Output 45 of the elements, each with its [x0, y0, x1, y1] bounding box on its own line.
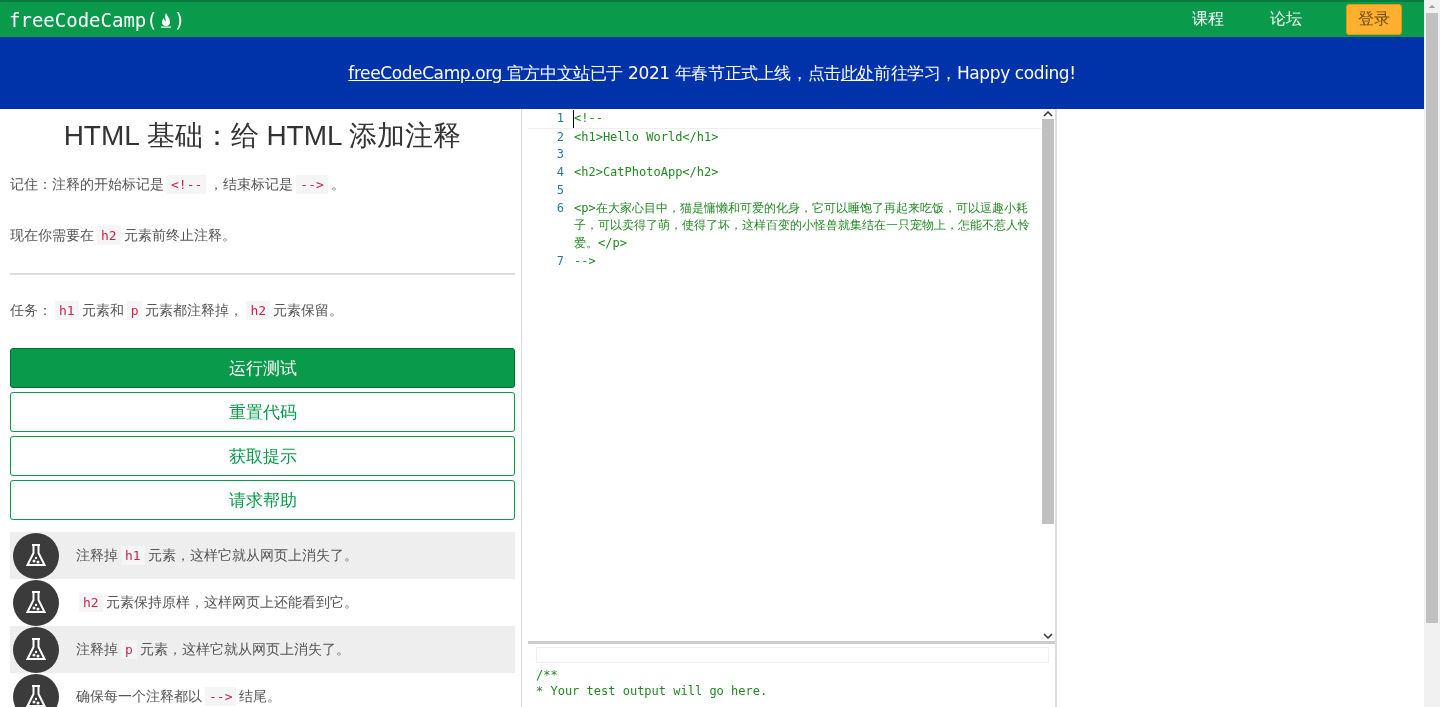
banner-link[interactable]: freeCodeCamp.org 官方中文站 [348, 62, 590, 83]
instruction-text: 记住：注释的开始标记是 <!-- ，结束标记是 --> 。 [10, 174, 346, 196]
line-number: 5 [555, 181, 565, 199]
instruction-text: 现在你需要在 h2 元素前终止注释。 [10, 225, 237, 247]
flask-icon [13, 626, 59, 673]
login-button[interactable]: 登录 [1346, 4, 1402, 35]
nav-link[interactable]: 课程 [1192, 9, 1224, 30]
task-text: 任务： h1 元素和 p 元素都注释掉， h2 元素保留。 [10, 300, 345, 322]
output-text: /** [536, 667, 559, 683]
code-line: <h2>CatPhotoApp</h2> [573, 164, 720, 182]
code-line: <!-- [573, 110, 1034, 128]
line-number: 1 [555, 110, 565, 127]
line-number: 2 [555, 128, 565, 146]
announcement-text: freeCodeCamp.org 官方中文站已于 2021 年春节正式上线，点击此处前往学习，Happy coding! [348, 61, 1076, 85]
flame-icon [159, 11, 172, 28]
test-description: 注释掉 p 元素，这样它就从网页上消失了。 [76, 640, 350, 659]
line-number: 7 [555, 252, 565, 270]
flask-icon [13, 532, 59, 579]
editor-scrollbar[interactable] [1041, 109, 1055, 641]
scrollbar-thumb[interactable] [1426, 13, 1438, 623]
code-line: <h1>Hello World</h1> [573, 128, 720, 146]
line-number: 4 [555, 164, 565, 182]
scrollbar-thumb[interactable] [1042, 119, 1054, 524]
flask-icon [13, 579, 59, 626]
code-line: --> [573, 252, 597, 270]
test-description: 确保每一个注释都以 --> 结尾。 [76, 687, 282, 706]
test-description: 注释掉 h1 元素，这样它就从网页上消失了。 [76, 546, 358, 565]
scroll-down-icon[interactable] [1043, 633, 1053, 639]
action-button[interactable]: 重置代码 [10, 392, 515, 432]
line-number: 6 [555, 199, 565, 217]
flask-icon [13, 673, 59, 707]
page-scrollbar[interactable] [1424, 0, 1440, 707]
output-text: * Your test output will go here. [536, 683, 769, 699]
site-logo[interactable]: freeCodeCamp( ) [9, 8, 186, 31]
run-tests-button[interactable]: 运行测试 [10, 348, 515, 388]
action-button[interactable]: 请求帮助 [10, 480, 515, 520]
challenge-title: HTML 基础：给 HTML 添加注释 [62, 119, 463, 153]
line-number: 3 [555, 146, 565, 164]
test-description: h2 元素保持原样，这样网页上还能看到它。 [76, 593, 358, 612]
nav-link[interactable]: 论坛 [1270, 9, 1302, 30]
action-button[interactable]: 获取提示 [10, 436, 515, 476]
banner-link[interactable]: 此处 [840, 62, 874, 83]
code-editor[interactable]: 1 <!-- 2 <h1>Hello World</h1> 3 4 <h2>CatPhotoApp</h2> 5 6 <p>在大家心目中，猫是慵懒和可爱的化身，它可以睡饱了再起来吃饭，可以逗趣小耗子，可以卖得了萌，使得了坏，这样百变的小怪兽就集结在一只宠物上，怎能不惹人怜爱。</p> 7 --> [528, 109, 1055, 644]
code-line: <p>在大家心目中，猫是慵懒和可爱的化身，它可以睡饱了再起来吃饭，可以逗趣小耗子，可以卖得了萌，使得了坏，这样百变的小怪兽就集结在一只宠物上，怎能不惹人怜爱。</p> [573, 199, 1031, 252]
scroll-up-icon[interactable] [1043, 111, 1053, 117]
